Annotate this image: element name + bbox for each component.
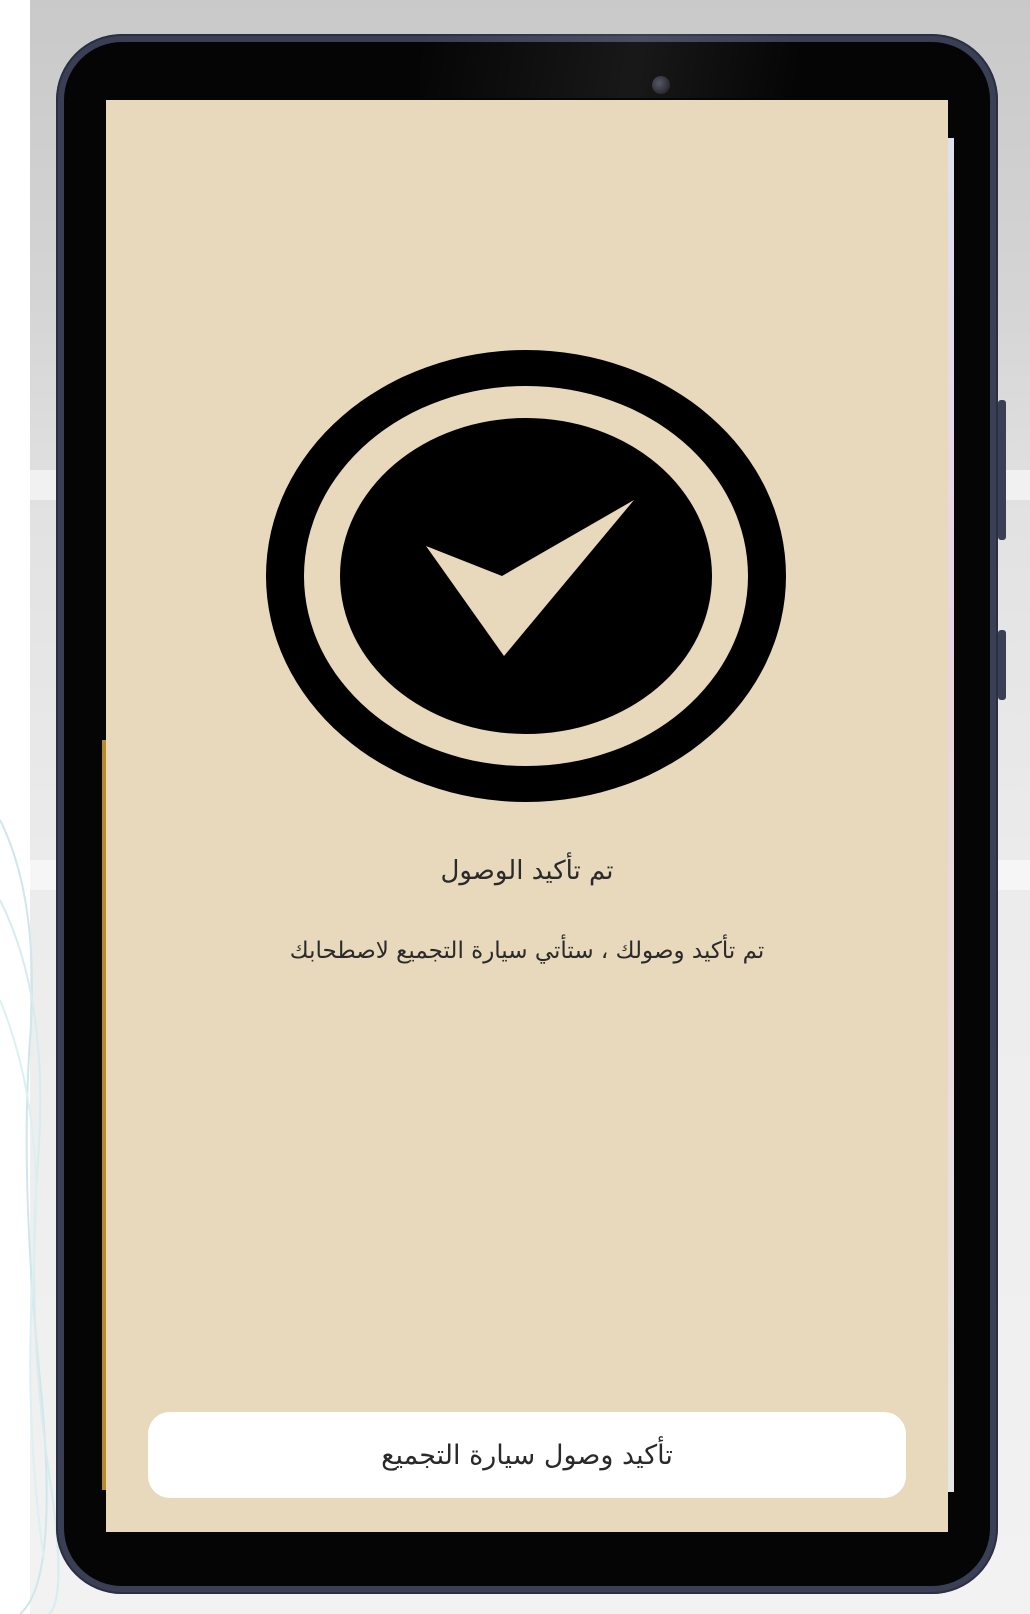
front-camera bbox=[652, 76, 670, 94]
confirmation-message: تم تأكيد وصولك ، ستأتي سيارة التجميع لاص… bbox=[289, 938, 765, 964]
app-screen: تم تأكيد الوصول تم تأكيد وصولك ، ستأتي س… bbox=[106, 100, 948, 1532]
decorative-waves bbox=[0, 819, 60, 1614]
confirmation-title: تم تأكيد الوصول bbox=[440, 856, 614, 886]
power-button bbox=[998, 630, 1006, 700]
confirm-pickup-car-button[interactable]: تأكيد وصول سيارة التجميع bbox=[148, 1412, 906, 1498]
screen-edge bbox=[948, 138, 954, 1492]
volume-button bbox=[998, 400, 1006, 540]
check-circle-icon bbox=[266, 350, 786, 802]
